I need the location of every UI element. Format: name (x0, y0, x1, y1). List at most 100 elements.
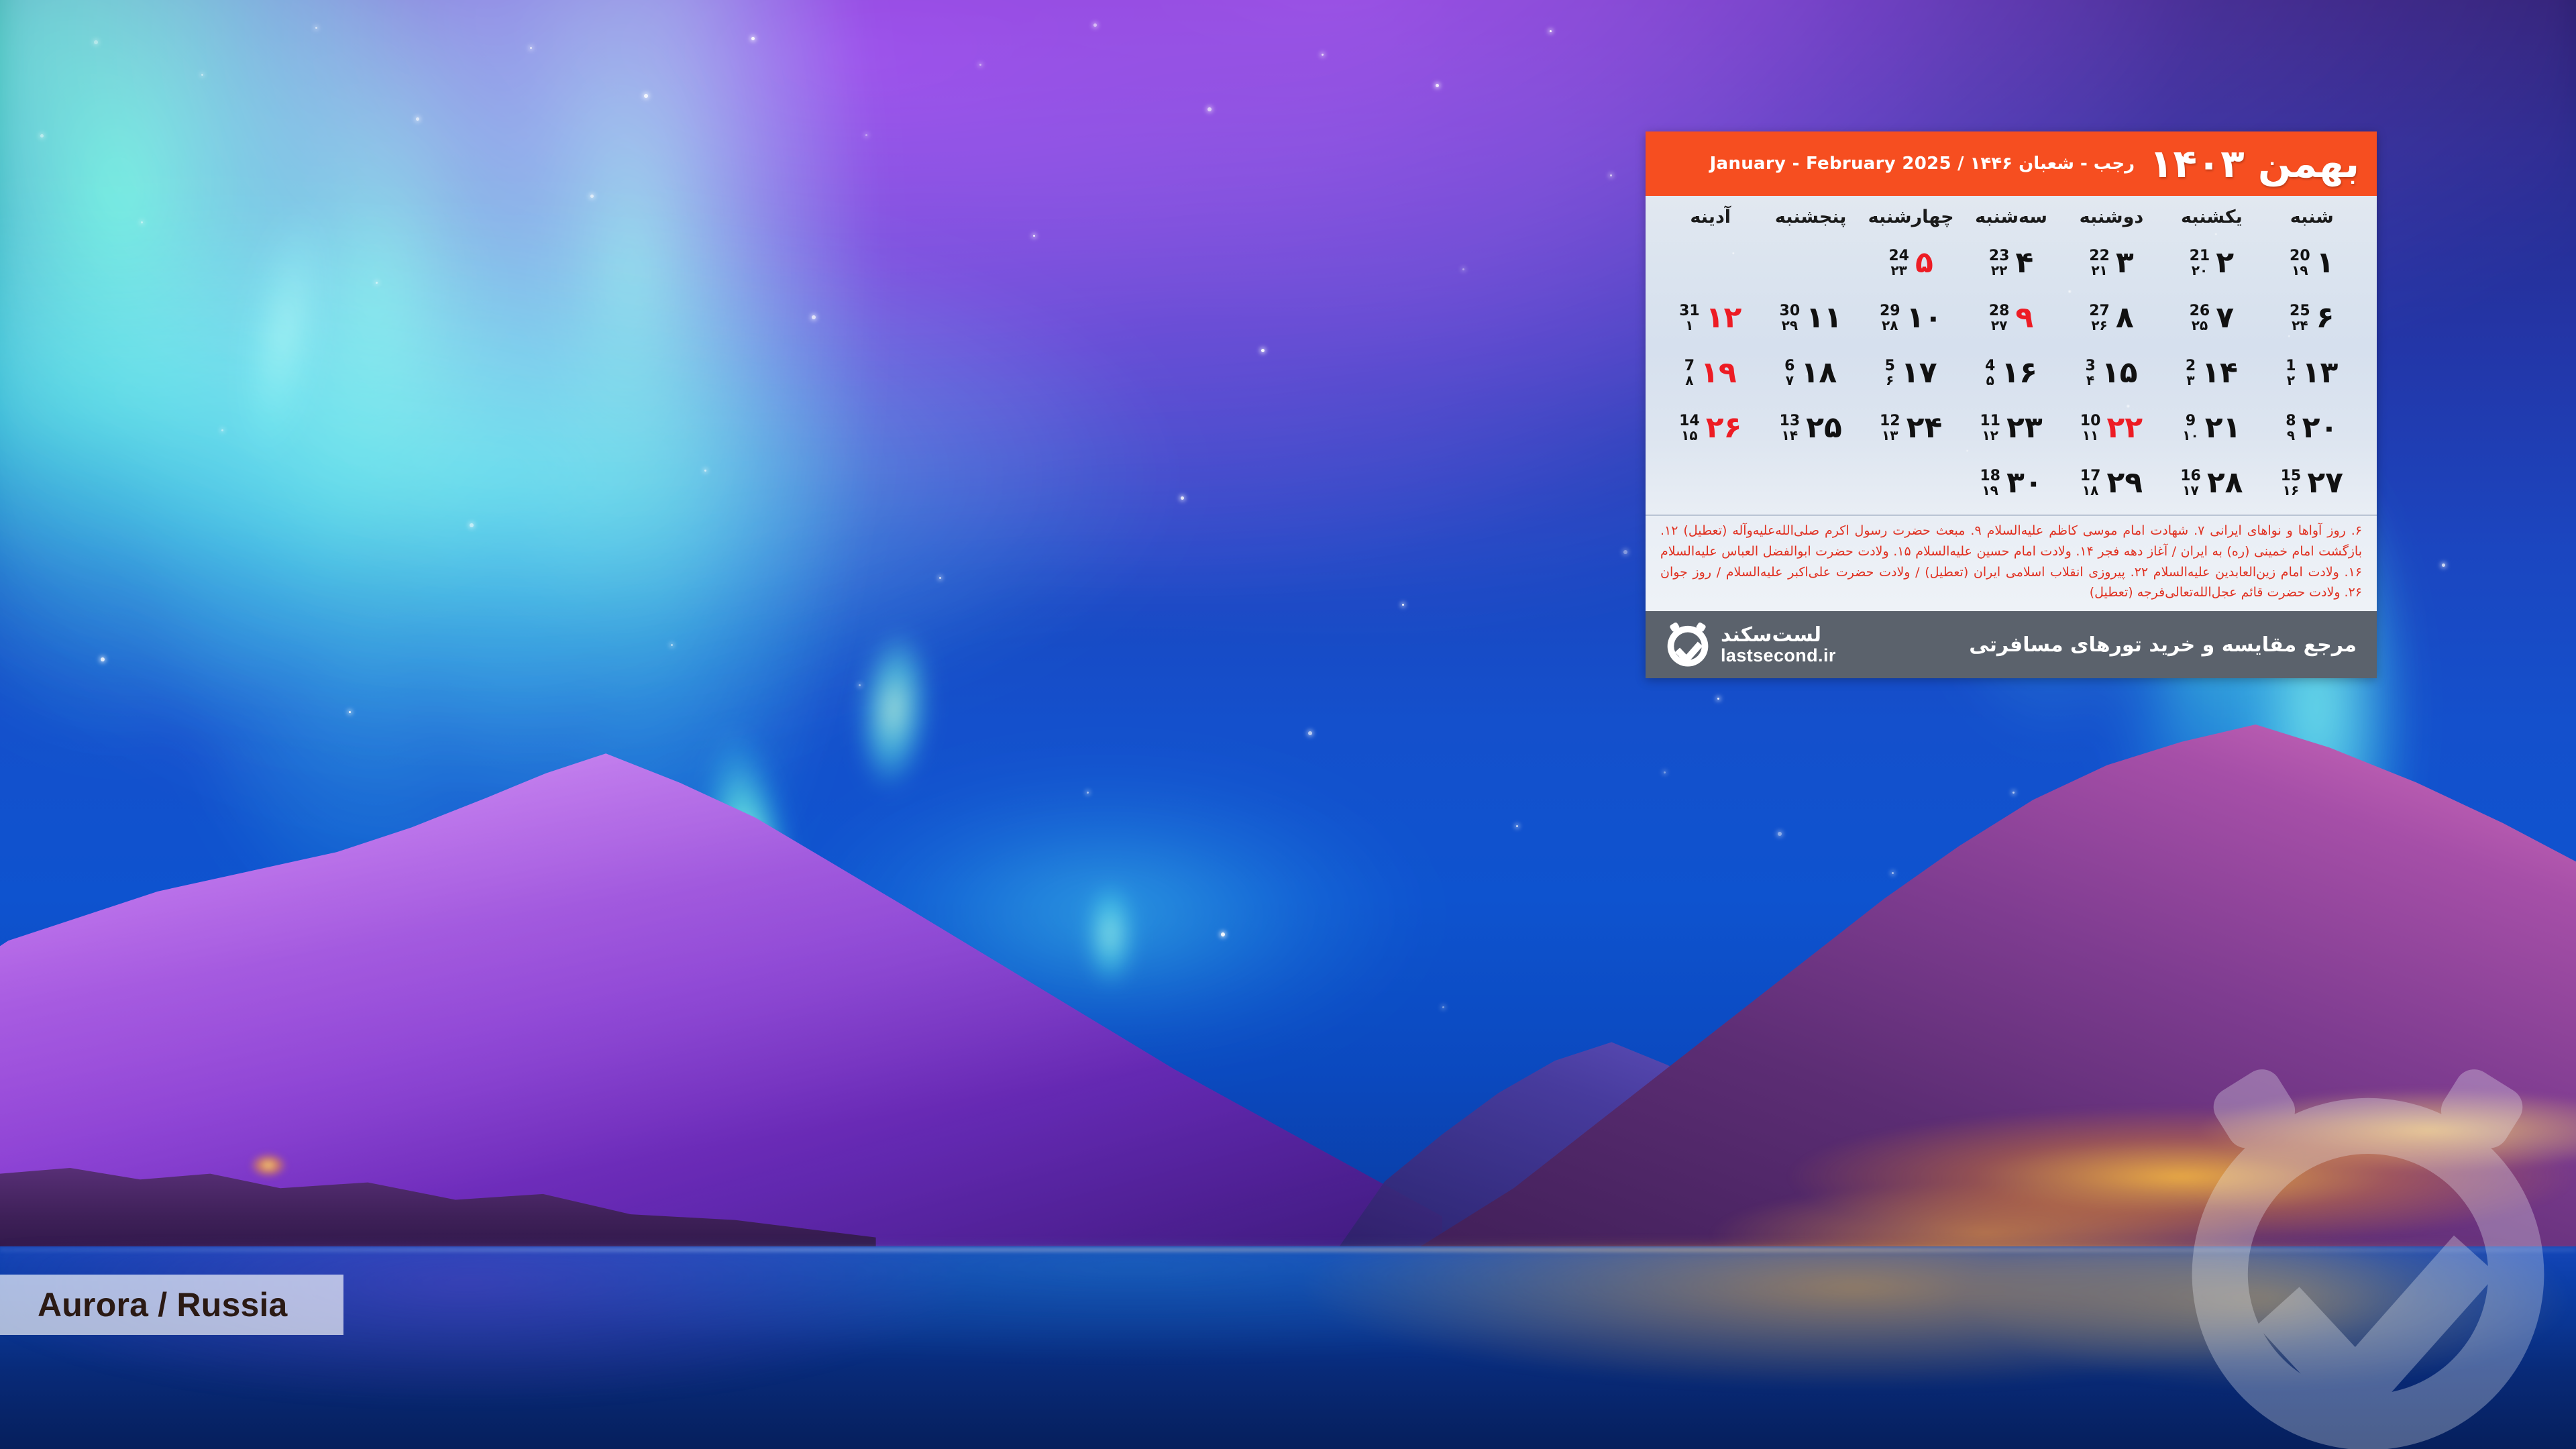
persian-day-number: ۲ (2216, 246, 2235, 280)
alt-calendar-numbers: 2۳ (2186, 358, 2196, 388)
day-cell-content: ۳۰ 18 ۱۹ (1961, 468, 2061, 498)
gregorian-day-number: 12 (1879, 412, 1900, 429)
calendar-day-cell[interactable]: ۱۳ 1 ۲ (2262, 345, 2362, 400)
footer-brand-en: lastsecond.ir (1721, 645, 1836, 665)
calendar-day-cell[interactable]: ۱۶ 4 ۵ (1961, 345, 2061, 400)
persian-day-number: ۲۰ (2302, 411, 2339, 445)
calendar-day-cell[interactable]: ۲۵ 13 ۱۴ (1760, 400, 1860, 455)
calendar-day-cell[interactable]: ۲۷ 15 ۱۶ (2262, 455, 2362, 511)
calendar-day-cell[interactable]: ۱۴ 2 ۳ (2161, 345, 2261, 400)
calendar-day-cell[interactable]: ۲۱ 9 ۱۰ (2161, 400, 2261, 455)
calendar-day-cell[interactable]: ۳۰ 18 ۱۹ (1961, 455, 2061, 511)
water-reflections (0, 1246, 2576, 1449)
hijri-day-number: ۴ (2086, 372, 2095, 389)
persian-day-number: ۲۵ (1806, 411, 1842, 445)
day-cell-content: ۲۰ 8 ۹ (2262, 413, 2362, 443)
calendar-day-cell[interactable]: ۲۶ 14 ۱۵ (1660, 400, 1760, 455)
photo-caption-bar: Aurora / Russia (0, 1275, 343, 1335)
weekday-header-sunday: یکشنبه (2181, 207, 2243, 227)
calendar-day-cell[interactable]: ۱۵ 3 ۴ (2061, 345, 2161, 400)
persian-day-number: ۸ (2115, 301, 2134, 335)
alt-calendar-numbers: 10 ۱۱ (2080, 413, 2101, 443)
persian-day-number: ۵ (1915, 246, 1933, 280)
day-cell-content: ۴ 23 ۲۲ (1961, 248, 2061, 278)
calendar-day-cell[interactable]: ۱۰ 29 ۲۸ (1861, 290, 1961, 345)
calendar-footer-bar[interactable]: مرجع مقایسه و خرید تورهای مسافرتی لست‌سک… (1646, 611, 2377, 679)
calendar-day-cell[interactable]: ۱ 20 ۱۹ (2262, 235, 2362, 290)
calendar-month-year: بهمن ۱۴۰۳ (2149, 141, 2359, 186)
calendar-day-cell[interactable]: ۲۰ 8 ۹ (2262, 400, 2362, 455)
alt-calendar-numbers: 26 ۲۵ (2190, 303, 2210, 333)
gregorian-day-number: 13 (1779, 412, 1801, 429)
day-cell-content: ۲۷ 15 ۱۶ (2262, 468, 2362, 498)
hijri-day-number: ۱۳ (1882, 427, 1898, 444)
hijri-day-number: ۷ (1785, 372, 1794, 389)
gregorian-day-number: 15 (2280, 467, 2302, 484)
day-cell-content: ۳ 22 ۲۱ (2061, 248, 2161, 278)
hijri-day-number: ۲۲ (1990, 262, 2008, 279)
persian-day-number: ۱۷ (1900, 356, 1937, 390)
alarm-clock-check-icon (1663, 620, 1713, 669)
calendar-day-cell[interactable]: ۴ 23 ۲۲ (1961, 235, 2061, 290)
campfire-glow (244, 1150, 292, 1181)
calendar-day-cell[interactable]: ۲۹ 17 ۱۸ (2061, 455, 2161, 511)
gregorian-day-number: 21 (2189, 247, 2210, 264)
hijri-day-number: ۲ (2286, 372, 2296, 389)
calendar-day-cell-empty (1760, 235, 1860, 290)
calendar-week-row: ۲۰ 8 ۹ ۲۱ 9 ۱۰ ۲۲ 10 ۱۱ ۲۳ 11 ۱۲ ۲۴ 12 ۱۳ ۲۵ 13 ۱۴ ۲۶ 14 ۱۵ (1660, 400, 2362, 455)
day-cell-content: ۱۹ 7 ۸ (1660, 358, 1760, 388)
hijri-day-number: ۱۸ (2082, 482, 2099, 499)
calendar-day-cell[interactable]: ۷ 26 ۲۵ (2161, 290, 2261, 345)
persian-day-number: ۱ (2316, 246, 2334, 280)
calendar-day-cell[interactable]: ۸ 27 ۲۶ (2061, 290, 2161, 345)
alt-calendar-numbers: 11 ۱۲ (1980, 413, 2000, 443)
persian-day-number: ۳۰ (2006, 466, 2043, 500)
alt-calendar-numbers: 9 ۱۰ (2182, 413, 2198, 443)
footer-brand[interactable]: لست‌سکند lastsecond.ir (1663, 620, 1836, 669)
alt-calendar-numbers: 3۴ (2085, 358, 2095, 388)
calendar-day-cell[interactable]: ۲ 21 ۲۰ (2161, 235, 2261, 290)
persian-day-number: ۲۸ (2206, 466, 2243, 500)
day-cell-content: ۱۱ 30 ۲۹ (1760, 303, 1860, 333)
calendar-day-cell[interactable]: ۲۴ 12 ۱۳ (1861, 400, 1961, 455)
calendar-day-cell-empty (1760, 455, 1860, 511)
persian-calendar-card[interactable]: بهمن ۱۴۰۳ رجب - شعبان ۱۴۴۶ / January - F… (1646, 131, 2377, 679)
alt-calendar-numbers: 12 ۱۳ (1880, 413, 1900, 443)
persian-day-number: ۱۰ (1906, 301, 1943, 335)
hijri-day-number: ۲۴ (2292, 317, 2308, 334)
calendar-day-cell[interactable]: ۱۸ 6 ۷ (1760, 345, 1860, 400)
calendar-day-cell[interactable]: ۲۸ 16 ۱۷ (2161, 455, 2261, 511)
hijri-day-number: ۲۸ (1882, 317, 1898, 334)
gregorian-day-number: 29 (1879, 302, 1900, 319)
wallpaper-scene: Aurora / Russia بهمن ۱۴۰۳ رجب - شعبان ۱۴… (0, 0, 2576, 1449)
day-cell-content: ۷ 26 ۲۵ (2161, 303, 2261, 333)
calendar-day-cell[interactable]: ۹ 28 ۲۷ (1961, 290, 2061, 345)
hijri-day-number: ۲۱ (2091, 262, 2108, 279)
hijri-day-number: ۱۴ (1781, 427, 1799, 444)
persian-day-number: ۶ (2316, 301, 2334, 335)
calendar-day-cell[interactable]: ۱۹ 7 ۸ (1660, 345, 1760, 400)
alt-calendar-numbers: 23 ۲۲ (1989, 248, 2010, 278)
persian-day-number: ۲۴ (1906, 411, 1943, 445)
calendar-day-cell[interactable]: ۲۳ 11 ۱۲ (1961, 400, 2061, 455)
calendar-day-cell[interactable]: ۱۷ 5 ۶ (1861, 345, 1961, 400)
calendar-day-rows: ۱ 20 ۱۹ ۲ 21 ۲۰ ۳ 22 ۲۱ ۴ 23 ۲۲ ۵ 24 ۲۳ ۶ 25 ۲۴ ۷ 26 ۲۵ ۸ 27 ۲۶… (1660, 235, 2362, 511)
day-cell-content: ۱۴ 2 ۳ (2161, 358, 2261, 388)
calendar-day-cell[interactable]: ۶ 25 ۲۴ (2262, 290, 2362, 345)
persian-day-number: ۱۹ (1701, 356, 1737, 390)
day-cell-content: ۱۵ 3 ۴ (2061, 358, 2161, 388)
calendar-day-cell[interactable]: ۱۲ 31 ۱ (1660, 290, 1760, 345)
calendar-day-cell[interactable]: ۱۱ 30 ۲۹ (1760, 290, 1860, 345)
persian-day-number: ۱۴ (2202, 356, 2238, 390)
persian-day-number: ۹ (2015, 301, 2034, 335)
calendar-day-cell[interactable]: ۲۲ 10 ۱۱ (2061, 400, 2161, 455)
calendar-grid-area: شنبه یکشنبه دوشنبه سه‌شنبه چهارشنبه پنجش… (1646, 196, 2377, 515)
persian-day-number: ۲۶ (1705, 411, 1742, 445)
hijri-day-number: ۸ (1685, 372, 1694, 389)
gregorian-day-number: 16 (2180, 467, 2201, 484)
day-cell-content: ۶ 25 ۲۴ (2262, 303, 2362, 333)
calendar-day-cell[interactable]: ۳ 22 ۲۱ (2061, 235, 2161, 290)
calendar-events-note: ۶. روز آواها و نواهای ایرانی ۷. شهادت ام… (1646, 515, 2377, 612)
persian-day-number: ۷ (2216, 301, 2235, 335)
calendar-day-cell[interactable]: ۵ 24 ۲۳ (1861, 235, 1961, 290)
